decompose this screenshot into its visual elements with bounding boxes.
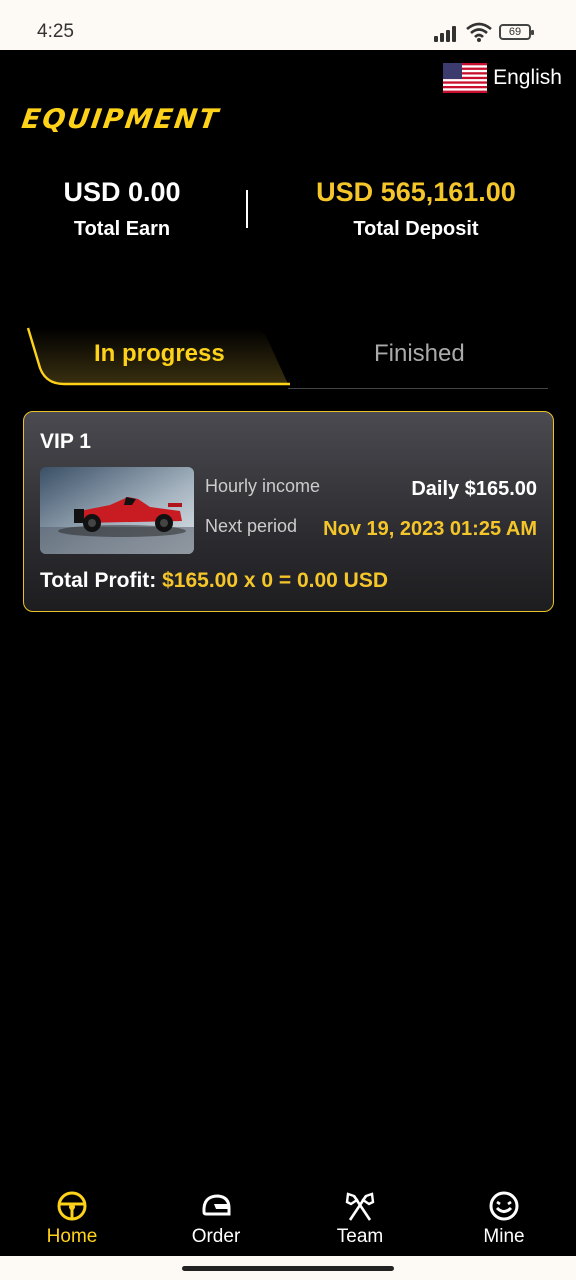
status-time: 4:25 <box>37 21 74 42</box>
total-deposit-amount: USD 565,161.00 <box>316 177 516 207</box>
language-selector[interactable]: English <box>443 62 562 94</box>
tab-finished[interactable]: Finished <box>374 340 465 368</box>
helmet-icon <box>202 1194 231 1216</box>
crossed-flags-icon <box>345 1192 375 1221</box>
battery-icon: 69 <box>499 24 534 40</box>
language-label: English <box>493 66 562 89</box>
total-earn-label: Total Earn <box>73 218 171 240</box>
total-deposit-label: Total Deposit <box>353 218 479 240</box>
smiley-icon <box>489 1191 519 1221</box>
next-period-value: Nov 19, 2023 01:25 AM <box>323 518 537 540</box>
total-profit: Total Profit: $165.00 x 0 = 0.00 USD <box>40 569 388 593</box>
nav-mine-label: Mine <box>483 1226 525 1247</box>
nav-mine[interactable]: Mine <box>432 1180 576 1256</box>
race-car-image <box>40 467 194 554</box>
total-profit-value: $165.00 x 0 = 0.00 USD <box>162 569 389 592</box>
nav-home-label: Home <box>46 1226 98 1247</box>
nav-home[interactable]: Home <box>0 1180 144 1256</box>
hourly-income-value: Daily $165.00 <box>411 478 537 500</box>
total-earn-amount: USD 0.00 <box>63 177 181 207</box>
order-tabs: In progress Finished <box>24 324 548 390</box>
hourly-income-label: Hourly income <box>205 476 321 496</box>
totals-summary: USD 0.00 Total Earn USD 565,161.00 Total… <box>0 170 576 250</box>
us-flag-icon <box>443 63 488 93</box>
nav-team[interactable]: Team <box>288 1180 432 1256</box>
nav-team-label: Team <box>336 1226 384 1247</box>
next-period-label: Next period <box>205 516 298 536</box>
order-card[interactable]: VIP 1 Hourly income Daily $165.00 Next p… <box>23 411 554 612</box>
nav-order[interactable]: Order <box>144 1180 288 1256</box>
gesture-bar <box>0 1256 576 1280</box>
status-bar: 4:25 69 <box>0 0 576 50</box>
brand-logo: EQUIPMENT <box>19 104 222 135</box>
tab-underline <box>288 388 548 389</box>
tab-in-progress[interactable]: In progress <box>94 340 225 368</box>
total-deposit: USD 565,161.00 Total Deposit <box>292 170 540 244</box>
wifi-icon <box>466 22 492 42</box>
home-indicator[interactable] <box>182 1266 394 1271</box>
totals-divider <box>246 190 248 228</box>
nav-order-label: Order <box>191 1226 241 1247</box>
total-earn: USD 0.00 Total Earn <box>22 170 222 244</box>
total-profit-label: Total Profit: <box>40 569 157 592</box>
card-title: VIP 1 <box>40 430 91 453</box>
bottom-navigation: Home Order Team Mine <box>0 1180 576 1256</box>
signal-icon <box>434 24 460 42</box>
steering-wheel-icon <box>57 1191 87 1221</box>
